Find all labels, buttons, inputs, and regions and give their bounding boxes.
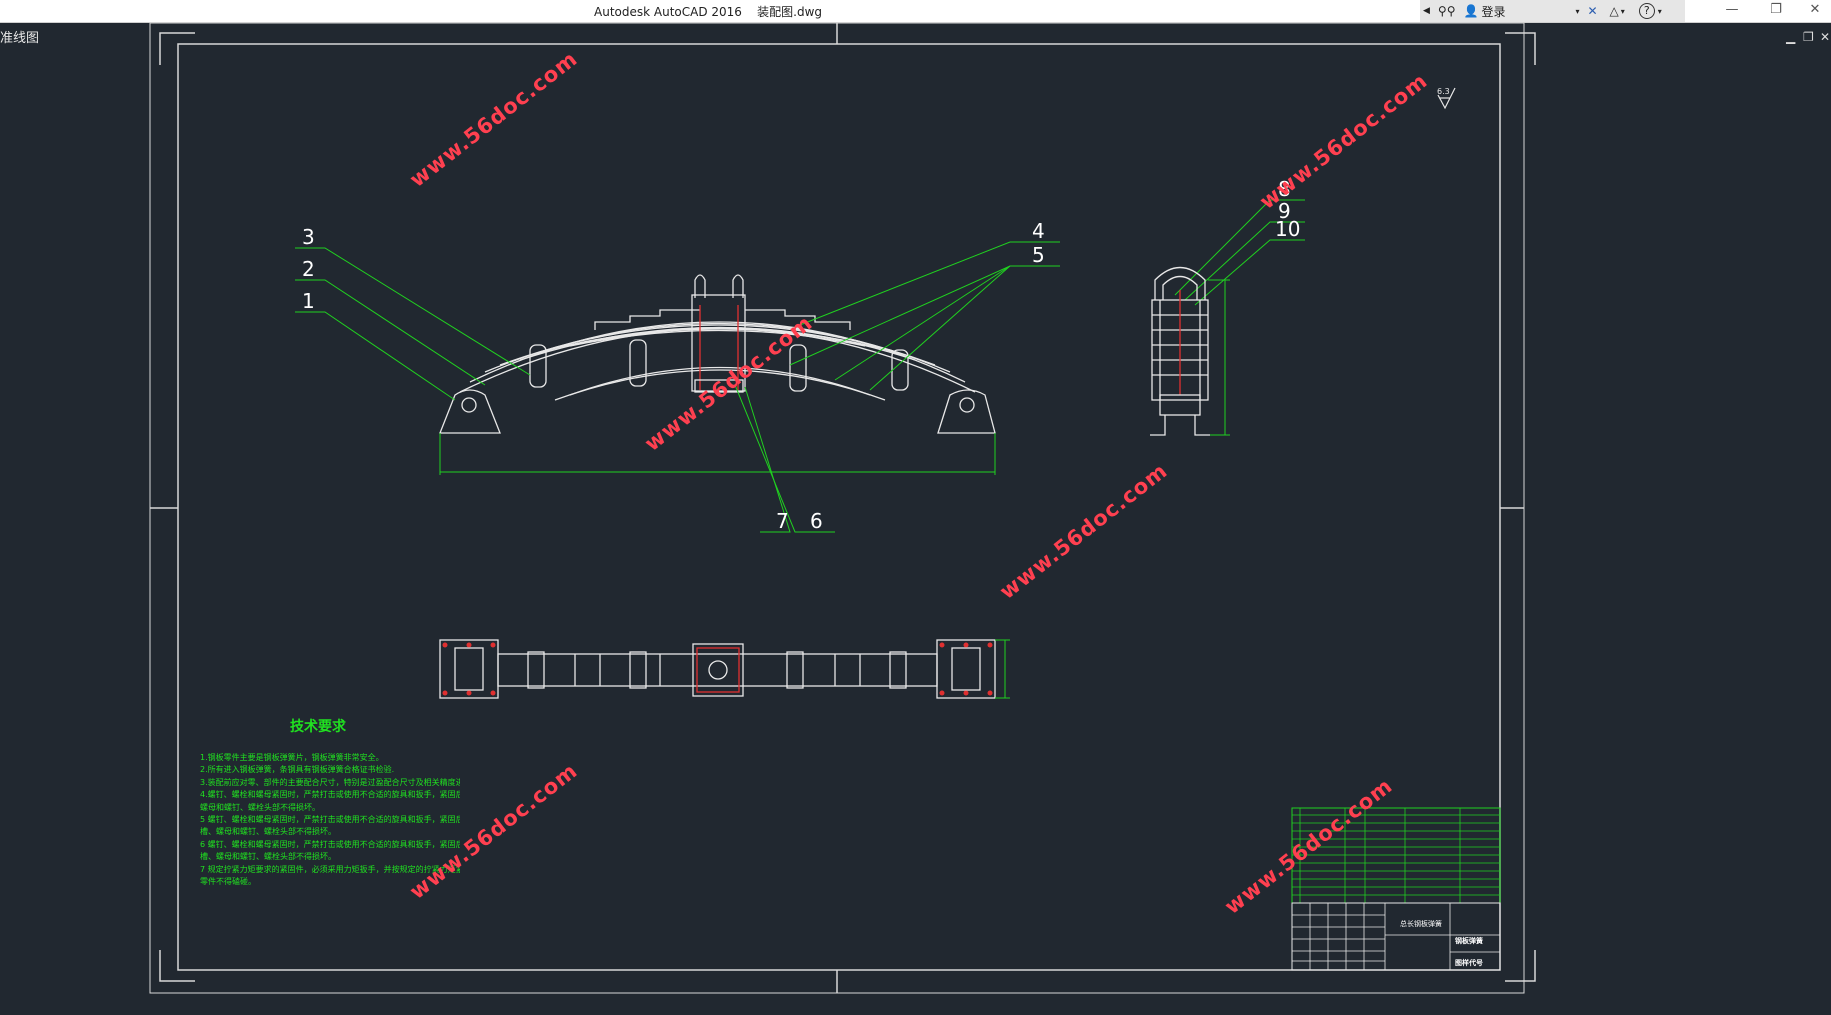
leaf-spring-top-view xyxy=(439,639,996,699)
top-view-bolt-holes xyxy=(442,642,993,696)
tech-req-line: 6 螺钉、螺栓和螺母紧固时，严禁打击或使用不合适的旋具和扳手，紧固后螺钉 xyxy=(200,839,460,849)
tech-req-line: 螺母和螺钉、螺栓头部不得损坏。 xyxy=(200,802,320,812)
tech-req-line: 4.螺钉、螺栓和螺母紧固时，严禁打击或使用不合适的旋具和扳手，紧固后螺钉槽、 xyxy=(200,790,460,800)
tech-req-line: 槽、螺母和螺钉、螺栓头部不得损坏。 xyxy=(200,827,336,837)
title-block-drawing-code: 图样代号 xyxy=(1455,958,1483,967)
leaf-spring-front-view xyxy=(439,274,996,434)
balloon-4: 4 xyxy=(1032,219,1045,243)
roughness-value: 6.3 xyxy=(1437,87,1450,96)
balloon-2: 2 xyxy=(302,257,315,281)
title-block-design-label: 总长钢板弹簧 xyxy=(1400,919,1442,928)
tech-requirements-list: 1.钢板零件主要是钢板弹簧片，钢板弹簧非常安全。 2.所有进入钢板弹簧，条钢具有… xyxy=(200,752,460,888)
tech-req-line: 槽、螺母和螺钉、螺栓头部不得损坏。 xyxy=(200,852,336,862)
balloon-3: 3 xyxy=(302,225,315,249)
balloon-6: 6 xyxy=(810,509,823,533)
balloon-5: 5 xyxy=(1032,243,1045,267)
balloon-10: 10 xyxy=(1275,217,1300,241)
tech-requirements-title: 技术要求 xyxy=(290,719,346,735)
dimension-top-width xyxy=(995,639,1010,699)
dimension-overall-length xyxy=(439,433,996,475)
tech-req-line: 3.装配前应对零、部件的主要配合尺寸，特别是过盈配合尺寸及相关精度进行复查。 xyxy=(200,777,460,787)
tech-req-line: 5 螺钉、螺栓和螺母紧固时，严禁打击或使用不合适的旋具和扳手，紧固后螺钉 xyxy=(200,815,460,825)
title-block-drawing-name: 钢板弹簧 xyxy=(1455,936,1483,945)
tech-req-line: 1.钢板零件主要是钢板弹簧片，钢板弹簧非常安全。 xyxy=(200,753,384,762)
tech-req-line: 2.所有进入钢板弹簧，条钢具有钢板弹簧合格证书检验. xyxy=(200,765,395,775)
balloon-1: 1 xyxy=(302,289,315,313)
dimension-side-height xyxy=(1208,279,1230,436)
leaf-spring-side-view xyxy=(1150,266,1210,436)
balloon-7: 7 xyxy=(776,509,789,533)
